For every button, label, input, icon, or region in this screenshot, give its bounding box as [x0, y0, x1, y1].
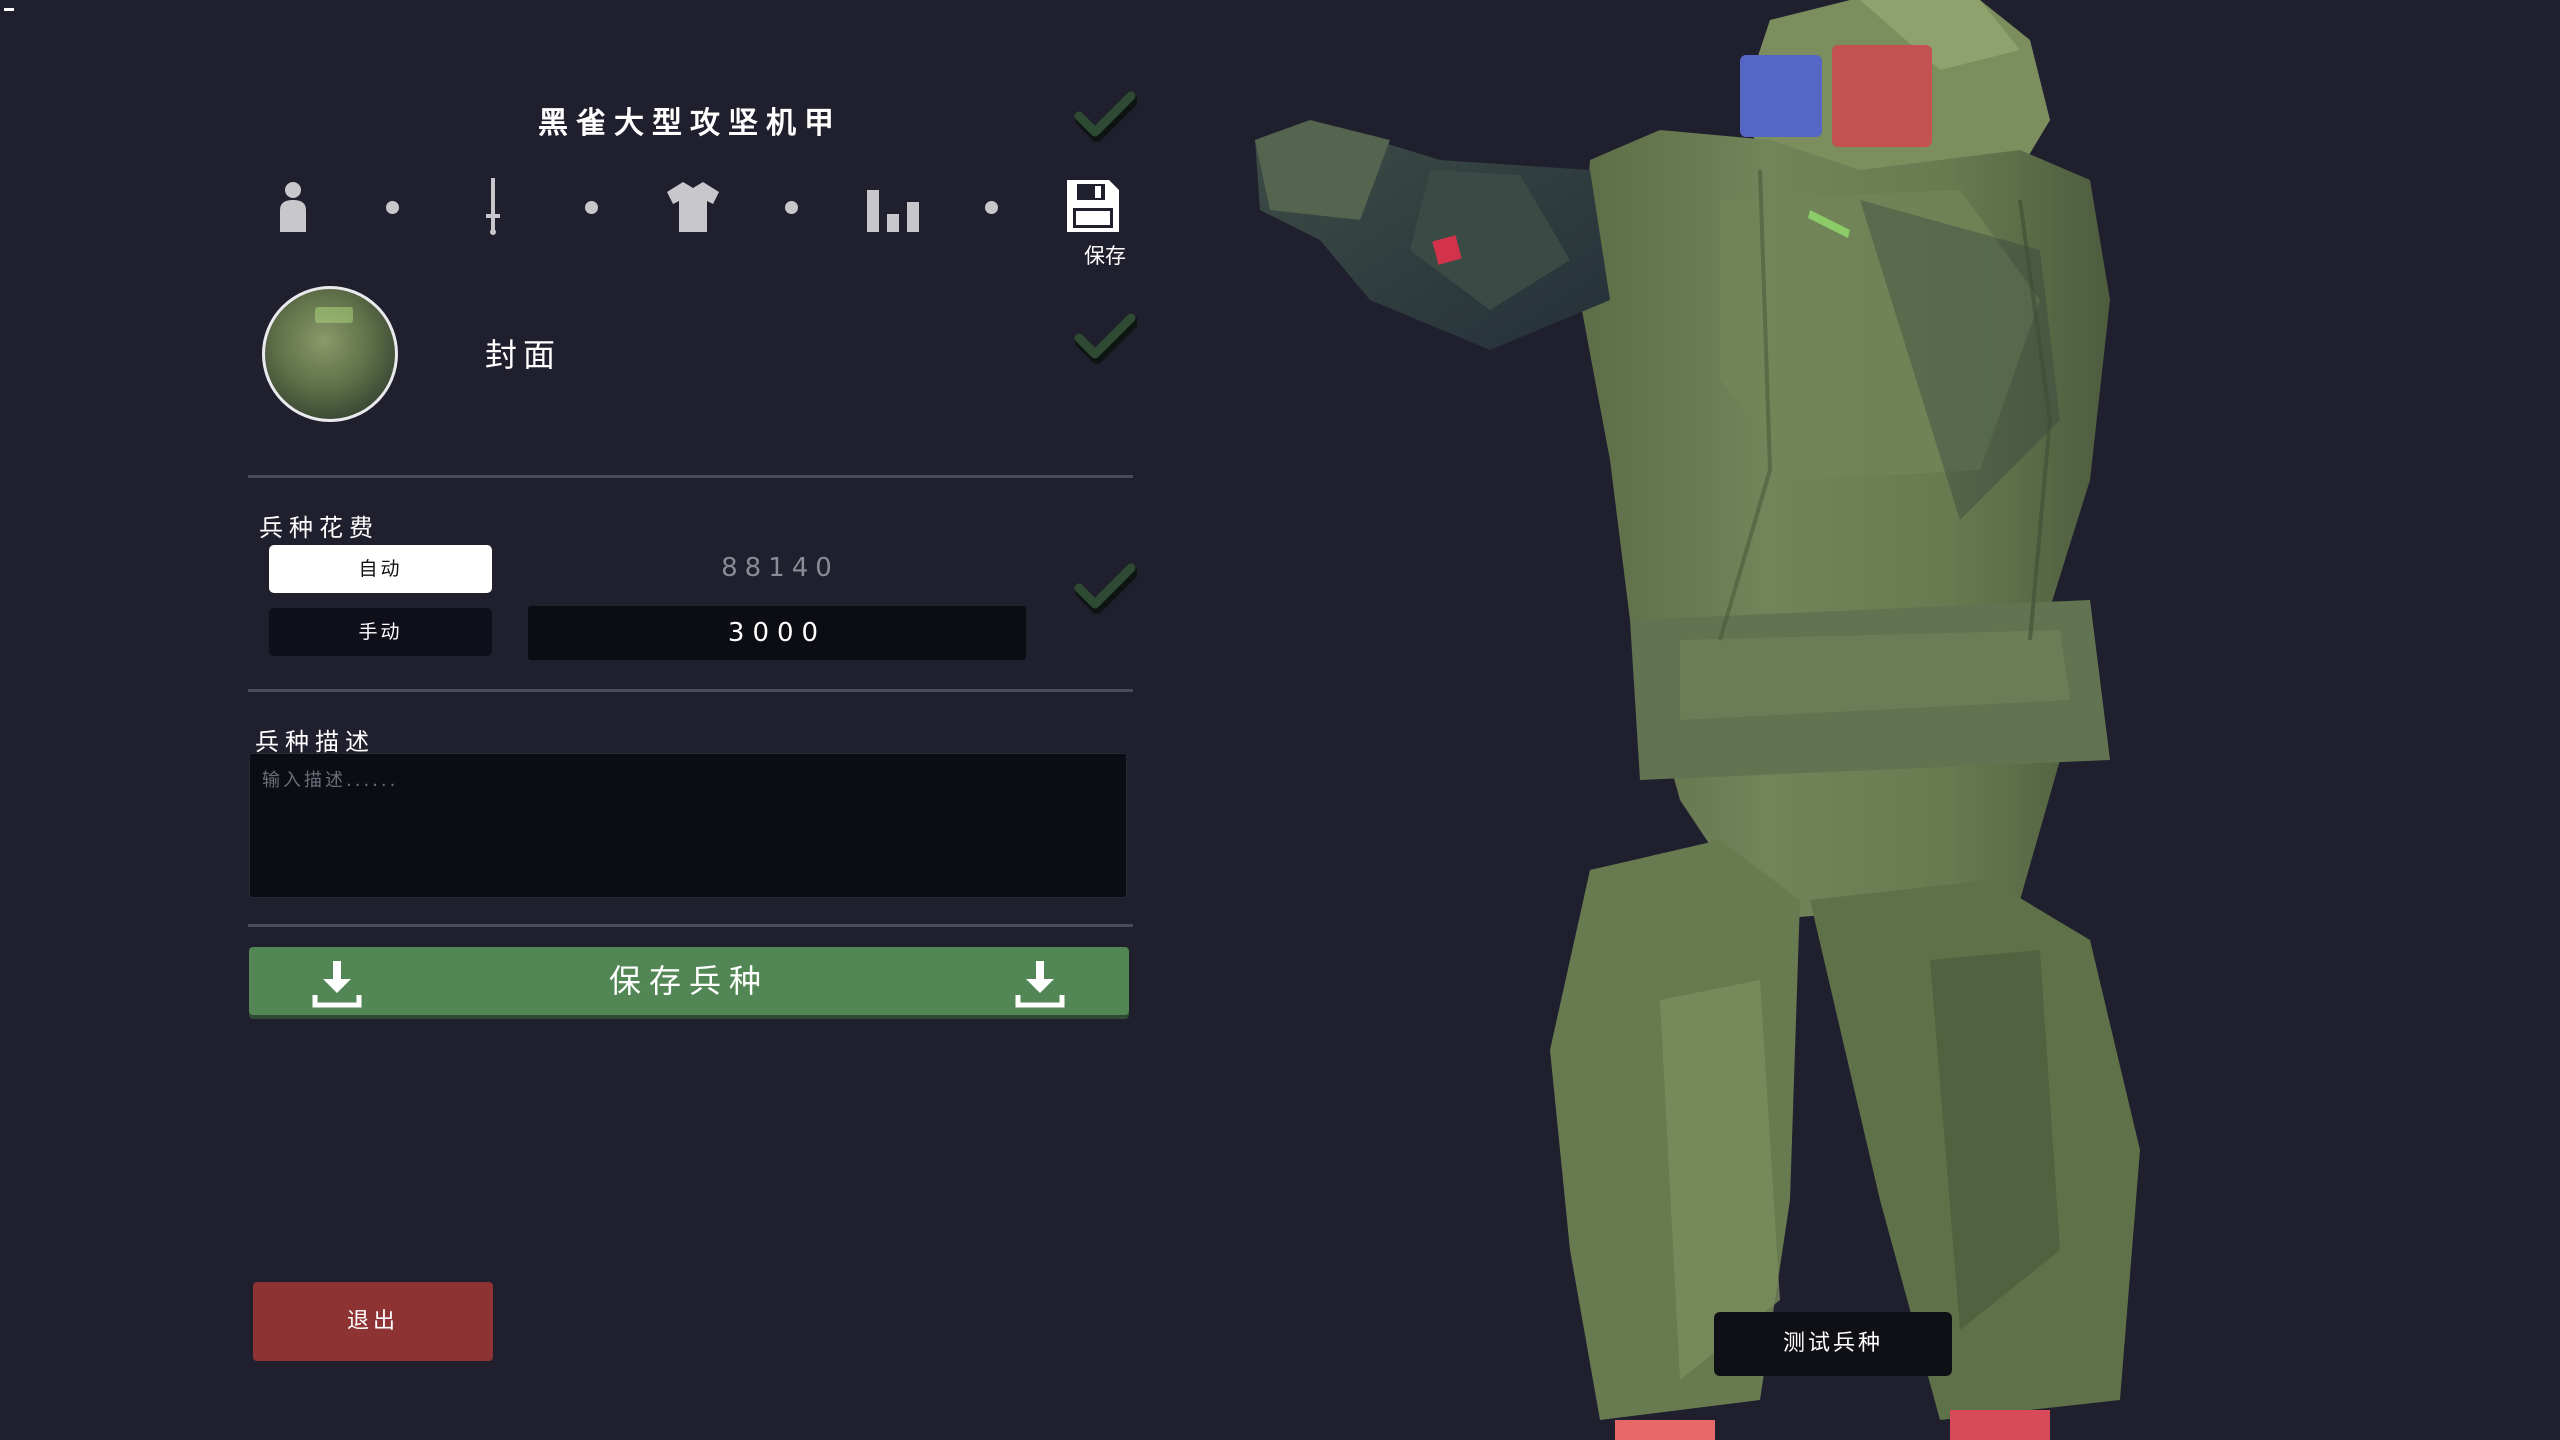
cover-label: 封面: [485, 336, 562, 374]
step-separator-dot: [386, 201, 399, 214]
editor-steps: 保存: [260, 170, 1140, 280]
mech-model: [1255, 0, 2140, 1440]
description-section-label: 兵种描述: [255, 728, 375, 756]
stats-icon[interactable]: [863, 176, 923, 236]
save-step-label[interactable]: 保存: [1055, 240, 1155, 270]
step-separator-dot: [585, 201, 598, 214]
exit-button[interactable]: 退出: [253, 1282, 493, 1361]
save-unit-button[interactable]: 保存兵种: [249, 947, 1129, 1015]
unit-3d-preview[interactable]: [1160, 0, 2560, 1440]
test-unit-button[interactable]: 测试兵种: [1714, 1312, 1952, 1376]
cover-check-icon: [1073, 310, 1139, 366]
unit-title[interactable]: 黑雀大型攻坚机甲: [440, 98, 940, 142]
avatar-visor: [315, 307, 353, 323]
step-separator-dot: [985, 201, 998, 214]
download-icon: [1014, 957, 1066, 1009]
floppy-disk-icon[interactable]: [1063, 176, 1123, 236]
unit-cover-avatar[interactable]: [262, 286, 398, 422]
section-divider: [248, 475, 1133, 478]
unit-editor-screen: 黑雀大型攻坚机甲 保存 封面 兵种花费 自动 手动 88140 3000 兵种描…: [0, 0, 2560, 1440]
cost-section-label: 兵种花费: [259, 514, 379, 542]
section-divider: [248, 689, 1133, 692]
step-separator-dot: [785, 201, 798, 214]
manual-cost-button[interactable]: 手动: [269, 608, 492, 656]
auto-cost-value: 88140: [721, 553, 839, 583]
shirt-icon[interactable]: [663, 176, 723, 236]
section-divider: [248, 924, 1133, 927]
person-icon[interactable]: [263, 176, 323, 236]
corner-marker: [4, 8, 14, 11]
save-unit-label: 保存兵种: [608, 962, 769, 1000]
sword-icon[interactable]: [463, 176, 523, 236]
auto-cost-button[interactable]: 自动: [269, 545, 492, 593]
manual-cost-input[interactable]: [528, 606, 1026, 660]
description-input[interactable]: [249, 753, 1127, 898]
cost-check-icon: [1073, 560, 1139, 616]
title-check-icon: [1073, 88, 1139, 144]
